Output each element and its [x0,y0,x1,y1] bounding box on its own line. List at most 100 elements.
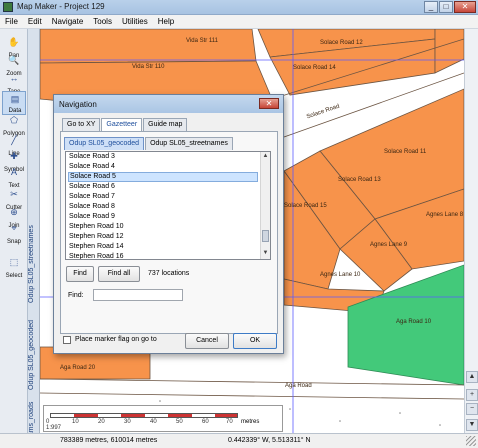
menu-navigate[interactable]: Navigate [47,15,89,28]
navigation-dialog: Navigation ✕ Go to XY Gazetteer Guide ma… [53,94,284,354]
marker-flag-label: Place marker flag on go to [75,336,157,343]
polygon-icon: ⬠ [10,115,18,125]
line-icon: ╱ [11,135,17,145]
select-icon: ⬚ [9,257,19,267]
status-latlon: 0.442339° W, 5.513311° N [228,437,311,444]
menu-help[interactable]: Help [153,15,179,28]
layer-streetnames[interactable]: Odup SL05_streetnames [28,219,40,309]
tape-icon: ↔ [9,73,19,83]
scale-tick: 30 [124,419,131,425]
layer-geocoded[interactable]: Odup SL05_geocoded [28,315,40,395]
list-item[interactable]: Solace Road 6 [68,182,258,192]
scroll-down-button[interactable]: ▼ [466,419,478,431]
cutter-icon: ✂ [10,189,18,199]
menu-edit[interactable]: Edit [23,15,47,28]
park-aga-10 [347,264,464,386]
dialog-title: Navigation [59,100,97,109]
snap-icon: ⌖ [11,223,17,233]
pan-icon: ✋ [8,37,20,47]
parcel-vida-111 [40,29,257,64]
status-coordinates: 783389 metres, 610014 metres [60,437,158,444]
scale-bar: 0 10 20 30 40 50 60 70 1:997 metres [43,405,283,432]
scale-unit: metres [241,419,260,425]
subtab-streetnames[interactable]: Odup SL05_streetnames [145,137,233,150]
data-icon: ▤ [10,94,20,104]
tool-data[interactable]: ▤ Data [2,91,26,115]
symbol-icon: ✚ [10,151,18,161]
dialog-close-button[interactable]: ✕ [259,98,279,109]
menu-bar: File Edit Navigate Tools Utilities Help [0,15,478,29]
scale-track [50,413,238,418]
find-label: Find: [68,292,84,299]
map-label-vida-111: Vida Str 111 [186,38,219,44]
map-label-solace-14: Solace Road 14 [293,65,336,71]
list-scroll-thumb[interactable] [262,230,269,242]
list-item[interactable]: Solace Road 8 [68,202,258,212]
title-bar: Map Maker - Project 129 _ □ ✕ [0,0,478,15]
text-icon: A [10,167,17,177]
list-item[interactable]: Stephen Road 14 [68,242,258,252]
marker-flag-checkbox[interactable] [63,336,71,344]
list-item[interactable]: Solace Road 9 [68,212,258,222]
subtab-geocoded[interactable]: Odup SL05_geocoded [64,137,145,150]
zoom-icon: 🔍 [8,55,20,65]
list-scrollbar[interactable]: ▲ ▼ [260,152,270,259]
menu-file[interactable]: File [0,15,23,28]
scroll-up-button[interactable]: ▲ [466,371,478,383]
zoom-out-icon[interactable]: − [466,403,478,415]
find-all-button[interactable]: Find all [98,266,140,282]
cancel-button[interactable]: Cancel [185,333,229,349]
map-label-agnes-10: Agnes Lane 10 [320,272,361,278]
list-item[interactable]: Solace Road 3 [68,152,258,162]
location-list[interactable]: Solace Road 3 Solace Road 4 Solace Road … [65,151,271,260]
map-label-solace-13: Solace Road 13 [338,177,381,183]
find-button[interactable]: Find [66,266,94,282]
zoom-in-icon[interactable]: + [466,389,478,401]
tool-select[interactable]: ⬚ Select [2,255,26,279]
status-bar: 783389 metres, 610014 metres 0.442339° W… [0,433,478,448]
tab-gazetteer[interactable]: Gazetteer [101,118,143,131]
scale-tick: 10 [72,419,79,425]
map-label-solace-12: Solace Road 12 [320,40,363,46]
map-label-solace-11: Solace Road 11 [384,149,427,155]
map-label-solace-15: Solace Road 15 [284,203,327,209]
scale-ratio: 1:997 [46,425,62,431]
map-label-aga-10: Aga Road 10 [396,319,432,325]
app-icon [3,2,13,12]
layer-strip: Odup SL05_streetnames Odup SL05_geocoded… [27,29,39,448]
close-button[interactable]: ✕ [454,1,476,13]
tab-go-to-xy[interactable]: Go to XY [62,118,101,131]
resize-grip-icon[interactable] [466,436,476,446]
map-vertical-scrollbar[interactable]: ▲ + − ▼ [464,29,478,433]
list-item-selected[interactable]: Solace Road 5 [68,172,258,182]
map-maker-window: Map Maker - Project 129 _ □ ✕ File Edit … [0,0,478,448]
maximize-button[interactable]: □ [439,1,453,13]
map-label-aga-20: Aga Road 20 [60,365,96,371]
menu-utilities[interactable]: Utilities [117,15,153,28]
location-count: 737 locations [148,270,190,277]
scale-tick: 70 [226,419,233,425]
list-item[interactable]: Stephen Road 16 [68,252,258,259]
parcel-north-strip [434,29,464,74]
list-item[interactable]: Solace Road 4 [68,162,258,172]
tool-text[interactable]: A Text [2,165,26,189]
list-item[interactable]: Solace Road 7 [68,192,258,202]
toolbox: ✋Pan 🔍Zoom ↔Tape ▤Data ⬠Polygon ╱Line ✚S… [0,29,40,448]
list-scroll-down-icon[interactable]: ▼ [261,249,270,258]
list-item[interactable]: Stephen Road 12 [68,232,258,242]
scale-tick: 40 [150,419,157,425]
tool-snap[interactable]: ⌖ Snap [2,221,26,245]
window-title: Map Maker - Project 129 [17,2,105,11]
list-scroll-up-icon[interactable]: ▲ [261,152,270,161]
list-item[interactable]: Stephen Road 10 [68,222,258,232]
map-label-agnes-9: Agnes Lane 9 [370,242,408,248]
find-input[interactable] [93,289,183,301]
dialog-title-bar[interactable]: Navigation ✕ [54,95,283,113]
scale-tick: 60 [202,419,209,425]
ok-button[interactable]: OK [233,333,277,349]
map-label-vida-110: Vida Str 110 [132,64,165,70]
minimize-button[interactable]: _ [424,1,438,13]
tab-guide-map[interactable]: Guide map [143,118,188,131]
menu-tools[interactable]: Tools [88,15,117,28]
map-label-agnes-8: Agnes Lane 8 [426,212,464,218]
